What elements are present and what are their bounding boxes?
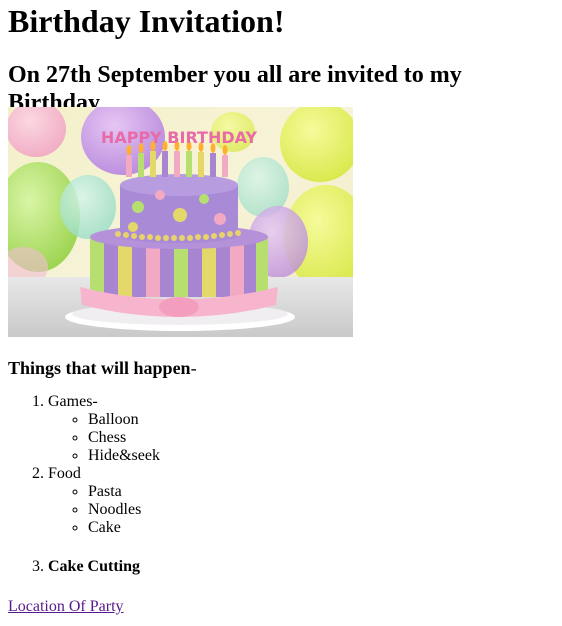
- events-heading-suffix: -: [190, 358, 197, 378]
- list-item: Hide&seek: [88, 447, 554, 465]
- cake-cutting-label: Cake Cutting: [48, 558, 141, 575]
- events-heading: Things that will happen-: [8, 337, 554, 379]
- invitation-subtitle: On 27th September you all are invited to…: [8, 62, 462, 116]
- list-item-food: Food Pasta Noodles Cake: [48, 465, 554, 537]
- page-title: Birthday Invitation!: [8, 3, 285, 39]
- events-heading-text: Things that will happen: [8, 358, 191, 378]
- list-item-games: Games- Balloon Chess Hide&seek: [48, 393, 554, 465]
- list-item: Cake: [88, 519, 554, 537]
- location-link[interactable]: Location Of Party: [8, 598, 124, 615]
- list-item: Noodles: [88, 501, 554, 519]
- page-content: Birthday Invitation! On 27th September y…: [0, 0, 562, 616]
- food-label: Food: [48, 465, 81, 482]
- birthday-cake-image: HAPPY BIRTHDAY: [8, 107, 353, 337]
- list-item: Pasta: [88, 483, 554, 501]
- list-item-cake-cutting: Cake Cutting: [48, 558, 554, 576]
- games-label: Games-: [48, 393, 98, 410]
- food-sublist: Pasta Noodles Cake: [48, 483, 554, 537]
- events-list: Games- Balloon Chess Hide&seek Food Past…: [8, 393, 554, 576]
- happy-birthday-lettering: HAPPY BIRTHDAY: [101, 128, 258, 147]
- list-item: Chess: [88, 429, 554, 447]
- list-item: Balloon: [88, 411, 554, 429]
- location-link-row: Location Of Party: [8, 598, 554, 616]
- games-sublist: Balloon Chess Hide&seek: [48, 411, 554, 465]
